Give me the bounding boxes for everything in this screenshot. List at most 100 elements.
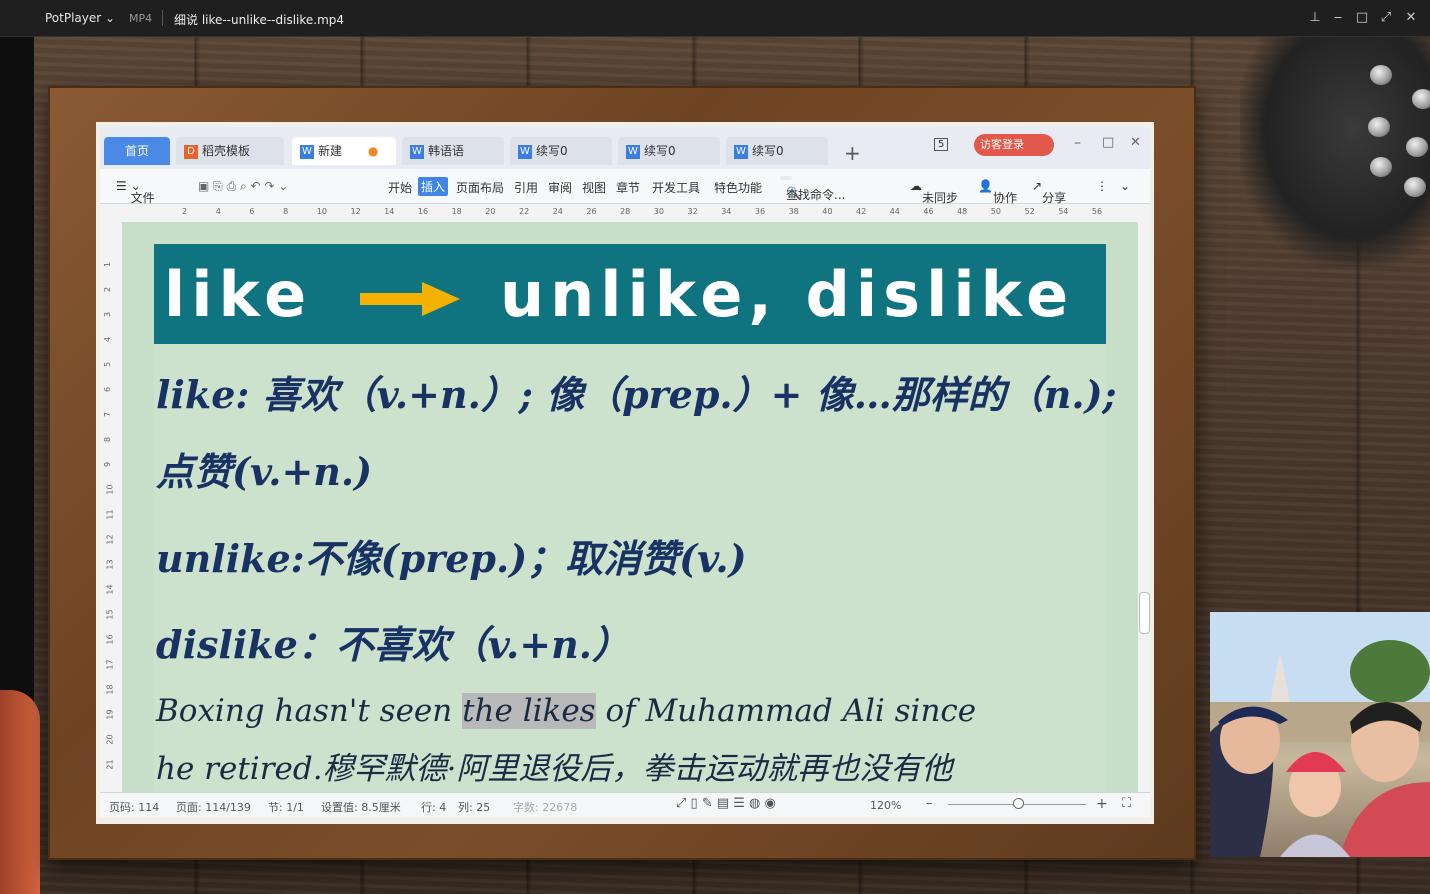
minimize-icon[interactable]: – bbox=[1074, 135, 1081, 151]
ruler-mark: 8 bbox=[103, 436, 113, 443]
menu-review[interactable]: 审阅 bbox=[548, 179, 572, 196]
tab-doc-5[interactable]: W 续写0 bbox=[726, 137, 828, 165]
scroll-thumb[interactable] bbox=[1139, 592, 1150, 634]
status-setting: 设置值: 8.5厘米 bbox=[321, 801, 401, 814]
ruler-mark: 9 bbox=[103, 461, 113, 468]
menu-features[interactable]: 特色功能 bbox=[714, 179, 762, 196]
example-translation: he retired.穆罕默德·阿里退役后，拳击运动就再也没有他 bbox=[156, 751, 953, 787]
status-section: 节: 1/1 bbox=[268, 801, 304, 814]
ruler-mark: 2 bbox=[182, 207, 188, 216]
close-icon[interactable]: ✕ bbox=[1400, 8, 1422, 28]
ribbon-toolbar: ☰ 文件 ⌄ ▣ ⎘ ⎙ ⌕ ↶ ↷ ⌄ 开始 插入 页面布局 引用 审阅 视图… bbox=[100, 169, 1150, 205]
ruler-mark: 14 bbox=[105, 584, 115, 595]
more-icon[interactable]: ⋮ bbox=[1096, 179, 1108, 193]
guest-login-button[interactable]: 访客登录 bbox=[974, 134, 1054, 156]
menu-reference[interactable]: 引用 bbox=[514, 179, 538, 196]
ruler-mark: 8 bbox=[283, 207, 289, 216]
ruler-mark: 16 bbox=[105, 634, 115, 645]
ruler-mark: 24 bbox=[552, 207, 563, 216]
ruler-mark: 34 bbox=[721, 207, 732, 216]
ruler-mark: 17 bbox=[105, 659, 115, 670]
example-text: of Muhammad Ali since bbox=[595, 693, 977, 729]
ruler-mark: 15 bbox=[105, 609, 115, 620]
ruler-mark: 42 bbox=[856, 207, 867, 216]
tab-label: 韩语语 bbox=[428, 144, 465, 158]
vertical-ruler[interactable]: 1 2 3 4 5 6 7 8 9 10 11 12 13 14 15 16 17 18 19 20 21 bbox=[100, 222, 123, 792]
page-count-badge[interactable]: 5 bbox=[934, 138, 949, 151]
typewriter-decoration bbox=[1240, 37, 1430, 267]
menu-insert[interactable]: 插入 bbox=[418, 177, 449, 196]
ruler-mark: 46 bbox=[923, 207, 934, 216]
document-page[interactable]: like unlike, dislike like: 喜欢（v.+n.）; 像（… bbox=[154, 240, 1117, 792]
ruler-mark: 13 bbox=[105, 559, 115, 570]
tab-label: 续写0 bbox=[752, 144, 784, 158]
menu-dev-tools[interactable]: 开发工具 bbox=[652, 179, 700, 196]
ruler-mark: 3 bbox=[103, 311, 113, 318]
menu-page-layout[interactable]: 页面布局 bbox=[456, 179, 504, 196]
banner-word-like: like bbox=[164, 258, 313, 331]
zoom-level[interactable]: 120% bbox=[870, 799, 901, 812]
maximize-icon[interactable]: □ bbox=[1102, 135, 1114, 150]
tab-templates[interactable]: D 稻壳模板 bbox=[176, 137, 284, 165]
add-tab-button[interactable]: + bbox=[844, 141, 861, 165]
ruler-mark: 10 bbox=[316, 207, 327, 216]
status-row: 行: 4 bbox=[421, 801, 447, 814]
ruler-mark: 6 bbox=[249, 207, 255, 216]
ruler-mark: 12 bbox=[105, 534, 115, 545]
status-pages[interactable]: 页面: 114/139 bbox=[176, 799, 251, 815]
sync-button[interactable]: ☁ 未同步 bbox=[910, 179, 958, 205]
status-word-count[interactable]: 字数: 22678 bbox=[513, 799, 577, 815]
title-divider bbox=[162, 10, 163, 26]
zoom-in-icon[interactable]: + bbox=[1096, 796, 1108, 812]
file-menu[interactable]: ☰ 文件 ⌄ bbox=[116, 179, 155, 205]
ruler-mark: 30 bbox=[653, 207, 664, 216]
collab-button[interactable]: 👤 协作 bbox=[978, 179, 1017, 205]
ruler-mark: 19 bbox=[105, 709, 115, 720]
video-title: 细说 like--unlike--dislike.mp4 bbox=[174, 13, 345, 27]
menu-view[interactable]: 视图 bbox=[582, 179, 606, 196]
ruler-mark: 2 bbox=[103, 286, 113, 293]
ruler-mark: 18 bbox=[105, 684, 115, 695]
view-mode-icons[interactable]: ⤢ ▯ ✎ ▤ ☰ ◍ ◉ bbox=[676, 796, 776, 811]
title-banner: like unlike, dislike bbox=[154, 244, 1106, 344]
tab-new-doc[interactable]: W 新建 ● bbox=[292, 137, 396, 165]
pin-icon[interactable]: ⊥ bbox=[1304, 8, 1326, 28]
tab-label: 新建 bbox=[318, 144, 343, 158]
fit-window-icon[interactable]: ⛶ bbox=[1122, 796, 1131, 811]
menu-chapter[interactable]: 章节 bbox=[616, 179, 640, 196]
maximize-icon[interactable]: □ bbox=[1351, 8, 1373, 28]
minimize-icon[interactable]: ‒ bbox=[1327, 8, 1349, 28]
writer-doc-icon: W bbox=[626, 144, 640, 159]
vertical-scrollbar[interactable] bbox=[1138, 222, 1150, 792]
collapse-ribbon-icon[interactable]: ⌄ bbox=[1120, 179, 1130, 193]
status-bar: 页码: 114 页面: 114/139 节: 1/1 设置值: 8.5厘米 行:… bbox=[100, 792, 1150, 817]
quick-access-icons[interactable]: ▣ ⎘ ⎙ ⌕ ↶ ↷ ⌄ bbox=[198, 179, 288, 194]
command-search[interactable]: 🔍 查找命令... bbox=[780, 176, 845, 202]
share-button[interactable]: ↗ 分享 bbox=[1032, 179, 1066, 205]
ruler-mark: 36 bbox=[754, 207, 766, 216]
ruler-mark: 12 bbox=[350, 207, 361, 216]
tab-bar: 首页 D 稻壳模板 W 新建 ● W 韩语语 W 续写0 W 续写0 W 续写0 + 5 访… bbox=[100, 127, 1150, 169]
player-menu-button[interactable]: PotPlayer ⌄ bbox=[45, 11, 115, 25]
fullscreen-icon[interactable]: ⤢ bbox=[1375, 8, 1397, 28]
tab-doc-2[interactable]: W 韩语语 bbox=[402, 137, 504, 165]
tab-doc-4[interactable]: W 续写0 bbox=[618, 137, 720, 165]
close-icon[interactable]: ✕ bbox=[1130, 135, 1141, 150]
ruler-mark: 7 bbox=[103, 411, 113, 418]
definition-like-cont: 点赞(v.+n.) bbox=[156, 449, 373, 494]
tab-label: 续写0 bbox=[644, 144, 676, 158]
example-sentence: Boxing hasn't seen the likes of Muhammad… bbox=[156, 693, 976, 729]
definition-unlike: unlike:不像(prep.)；取消赞(v.) bbox=[156, 536, 747, 581]
tab-doc-3[interactable]: W 续写0 bbox=[510, 137, 612, 165]
menu-start[interactable]: 开始 bbox=[388, 179, 412, 196]
horizontal-ruler[interactable]: 2 4 6 8 10 12 14 16 18 20 22 24 26 28 30 32 34 36 38 40 42 44… bbox=[100, 204, 1150, 223]
app-name: PotPlayer bbox=[45, 11, 102, 25]
ruler-mark: 18 bbox=[451, 207, 462, 216]
tab-home[interactable]: 首页 bbox=[104, 137, 170, 165]
zoom-slider-handle[interactable] bbox=[1013, 798, 1024, 809]
login-label: 访客登录 bbox=[980, 138, 1024, 151]
wps-window: 首页 D 稻壳模板 W 新建 ● W 韩语语 W 续写0 W 续写0 W 续写0 + 5 访… bbox=[100, 127, 1150, 817]
zoom-out-icon[interactable]: – bbox=[926, 796, 933, 811]
status-page-no[interactable]: 页码: 114 bbox=[109, 799, 159, 815]
banner-word-unlike-dislike: unlike, dislike bbox=[500, 258, 1075, 331]
